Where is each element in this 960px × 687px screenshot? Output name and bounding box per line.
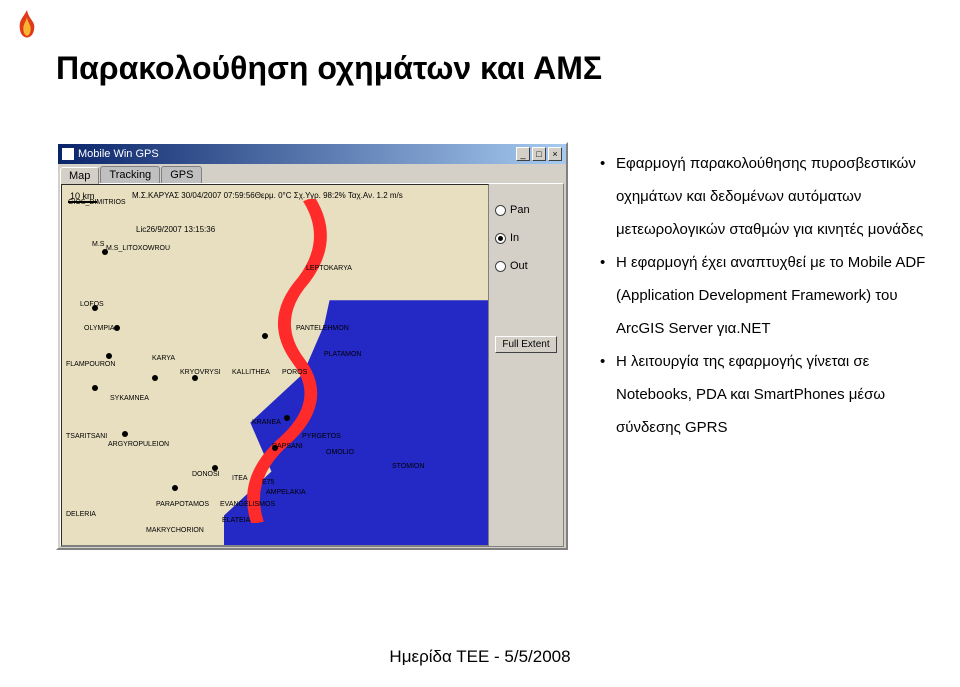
list-item: Εφαρμογή παρακολούθησης πυροσβεστικών [600,150,940,177]
tab-tracking[interactable]: Tracking [100,166,160,183]
titlebar: Mobile Win GPS _ □ × [58,144,566,164]
close-button[interactable]: × [548,147,562,161]
map-label: POROS [282,369,307,376]
map-canvas[interactable]: 10 km Μ.Σ.ΚΑΡΥΑΣ 30/04/2007 07:59:56Θερμ… [61,184,489,546]
map-label: E75 [262,479,274,486]
bullet-text: ArcGIS Server για.NET [616,320,771,337]
map-label: PANTELEHMON [296,325,349,332]
map-controls: Pan In Out Full Extent [489,184,563,546]
map-point [92,385,98,391]
map-label: MAKRYCHORION [146,527,204,534]
map-label: KARYA [152,355,175,362]
radio-pan[interactable]: Pan [495,204,557,216]
map-label: ELATEIA [222,517,250,524]
map-label: PLATAMON [324,351,361,358]
map-label: FLAMPOURON [66,361,115,368]
map-point [172,485,178,491]
radio-label: In [510,232,519,244]
map-label: LOFOS [80,301,104,308]
tab-map[interactable]: Map [60,167,99,184]
map-label: M.S [92,241,104,248]
map-point [122,431,128,437]
radio-icon [495,205,506,216]
map-label: KRYOVRYSI [180,369,221,376]
map-label: KALLITHEA [232,369,270,376]
map-point [284,415,290,421]
page-title: Παρακολούθηση οχημάτων και ΑΜΣ [56,50,602,87]
bullet-text: σύνδεσης GPRS [616,419,728,436]
bullet-text: Η λειτουργία της εφαρμογής γίνεται σε [616,353,869,370]
map-container: 10 km Μ.Σ.ΚΑΡΥΑΣ 30/04/2007 07:59:56Θερμ… [60,183,564,547]
radio-icon [495,261,506,272]
list-item: (Application Development Framework) του [600,282,940,309]
full-extent-button[interactable]: Full Extent [495,336,557,353]
list-item: Η εφαρμογή έχει αναπτυχθεί με το Mobile … [600,249,940,276]
bullet-text: Notebooks, PDA και SmartPhones μέσω [616,386,885,403]
app-window: Mobile Win GPS _ □ × Map Tracking GPS 10… [56,142,568,550]
list-item: Notebooks, PDA και SmartPhones μέσω [600,381,940,408]
flame-icon [16,10,38,38]
list-item: μετεωρολογικών σταθμών για κινητές μονάδ… [600,216,940,243]
tab-gps[interactable]: GPS [161,166,202,183]
map-label: EVANGELISMOS [220,501,275,508]
maximize-button[interactable]: □ [532,147,546,161]
map-label: ITEA [232,475,248,482]
map-label: AMPELAKIA [266,489,306,496]
radio-out[interactable]: Out [495,260,557,272]
map-label: PARAPOTAMOS [156,501,209,508]
map-point [106,353,112,359]
radio-label: Pan [510,204,530,216]
window-controls: _ □ × [516,147,562,161]
map-label: OLYMPIAS [84,325,119,332]
list-item: ArcGIS Server για.NET [600,315,940,342]
footer-text: Ημερίδα ΤΕΕ - 5/5/2008 [0,647,960,667]
bullet-text: Εφαρμογή παρακολούθησης πυροσβεστικών [616,155,916,172]
minimize-button[interactable]: _ [516,147,530,161]
map-label: M.S_LITOXOWROU [106,245,170,252]
list-item: σύνδεσης GPRS [600,414,940,441]
list-item: Η λειτουργία της εφαρμογής γίνεται σε [600,348,940,375]
map-label: SYKAMNEA [110,395,149,402]
radio-label: Out [510,260,528,272]
map-label: PYRGETOS [302,433,341,440]
bullet-text: (Application Development Framework) του [616,287,898,304]
bullet-list: Εφαρμογή παρακολούθησης πυροσβεστικών οχ… [600,150,940,447]
map-label: LEPTOKARYA [306,265,352,272]
map-label: ARGYROPULEION [108,441,169,448]
map-point [152,375,158,381]
radio-in[interactable]: In [495,232,557,244]
radio-icon [495,233,506,244]
app-icon [62,148,74,160]
bullet-text: Η εφαρμογή έχει αναπτυχθεί με το Mobile … [616,254,925,271]
map-label: RAPSANI [272,443,303,450]
tabs: Map Tracking GPS [58,164,566,183]
map-label: KRANEA [252,419,281,426]
map-label: DONOSI [192,471,220,478]
map-label: TSARITSANI [66,433,107,440]
window-title: Mobile Win GPS [78,148,159,160]
map-label: DELERIA [66,511,96,518]
list-item: οχημάτων και δεδομένων αυτόματων [600,183,940,210]
bullet-text: οχημάτων και δεδομένων αυτόματων [616,188,861,205]
map-point [262,333,268,339]
map-label: GIOS_DIMITRIOS [68,199,126,206]
bullet-text: μετεωρολογικών σταθμών για κινητές μονάδ… [616,221,923,238]
map-label: OMOLIO [326,449,354,456]
map-label: STOMION [392,463,425,470]
